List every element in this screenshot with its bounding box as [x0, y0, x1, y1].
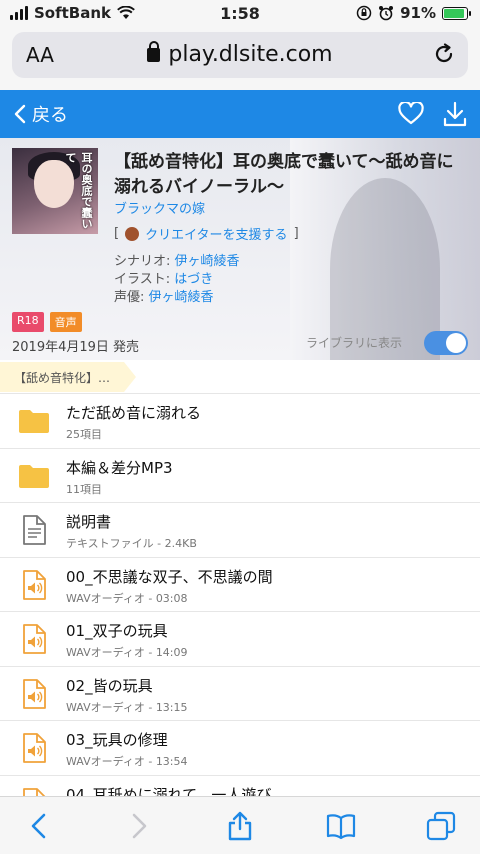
seed-icon: [125, 226, 140, 241]
back-button[interactable]: 戻る: [14, 101, 68, 127]
favorite-heart-icon[interactable]: [398, 102, 424, 126]
work-info-panel: 耳の奥底で蠢いて 【舐め音特化】耳の奥底で蠢いて～舐め音に溺れるバイノーラル～ …: [0, 138, 480, 360]
scenario-link[interactable]: 伊ヶ崎綾香: [175, 254, 240, 269]
cover-image[interactable]: 耳の奥底で蠢いて: [12, 148, 98, 234]
library-toggle[interactable]: [424, 331, 468, 355]
file-name: 01_双子の玩具: [66, 622, 168, 640]
reload-icon[interactable]: [432, 42, 456, 66]
file-name: 03_玩具の修理: [66, 731, 168, 749]
file-name: ただ舐め音に溺れる: [66, 404, 202, 422]
url-display[interactable]: play.dlsite.com: [12, 41, 468, 67]
file-name: 00_不思議な双子、不思議の間: [66, 567, 273, 586]
file-row[interactable]: 01_双子の玩具 WAVオーディオ - 14:09: [0, 612, 480, 667]
tag-list: R18 音声: [12, 312, 82, 332]
alarm-icon: [379, 6, 394, 21]
url-text: play.dlsite.com: [168, 42, 333, 67]
share-icon[interactable]: [225, 811, 255, 841]
file-name: 説明書: [66, 513, 112, 531]
back-label: 戻る: [32, 105, 68, 126]
battery-percent: 91%: [400, 4, 436, 22]
illust-link[interactable]: はづき: [174, 272, 213, 287]
file-row[interactable]: 03_玩具の修理 WAVオーディオ - 13:54: [0, 721, 480, 776]
battery-icon: [442, 6, 471, 20]
audio-file-icon: [18, 732, 50, 764]
browser-forward-icon[interactable]: [124, 811, 154, 841]
cover-logo-text: 耳の奥底で蠢いて: [64, 152, 93, 229]
file-meta: 11項目: [66, 482, 102, 496]
file-row[interactable]: 説明書テキストファイル - 2.4KB: [0, 503, 480, 558]
file-row[interactable]: 02_皆の玩具 WAVオーディオ - 13:15: [0, 667, 480, 721]
file-meta: WAVオーディオ - 14:09: [66, 646, 188, 659]
audio-file-icon: [18, 678, 50, 710]
file-meta: WAVオーディオ - 13:15: [66, 700, 188, 714]
audio-file-icon: [18, 569, 50, 601]
download-icon[interactable]: [442, 100, 468, 128]
folder-icon: [18, 405, 50, 437]
r18-badge: R18: [12, 312, 44, 332]
file-meta: WAVオーディオ - 03:08: [66, 591, 188, 605]
file-name: 02_皆の玩具: [66, 676, 153, 695]
tabs-icon[interactable]: [426, 811, 456, 841]
voice-actor-link[interactable]: 伊ヶ崎綾香: [149, 290, 214, 305]
browser-back-icon[interactable]: [24, 811, 54, 841]
folder-row[interactable]: 本編＆差分MP3 11項目: [0, 449, 480, 503]
illust-credit: イラスト: はづき: [114, 272, 214, 287]
file-name: 本編＆差分MP3: [66, 458, 173, 477]
browser-toolbar: [0, 796, 480, 854]
breadcrumb-item[interactable]: 【舐め音特化】…: [0, 362, 136, 392]
lock-icon: [147, 41, 161, 62]
chevron-left-icon: [14, 104, 26, 124]
app-header: 戻る: [0, 90, 480, 138]
breadcrumb: 【舐め音特化】…: [0, 360, 480, 394]
document-icon: [18, 514, 50, 546]
audio-file-icon: [18, 623, 50, 655]
release-date: 2019年4月19日 発売: [12, 340, 140, 355]
rotation-lock-icon: [356, 5, 372, 21]
scenario-credit: シナリオ: 伊ヶ崎綾香: [114, 254, 240, 269]
support-label: クリエイターを支援する: [145, 228, 288, 243]
folder-row[interactable]: ただ舐め音に溺れる 25項目: [0, 394, 480, 449]
work-title: 【舐め音特化】耳の奥底で蠢いて～舐め音に溺れるバイノーラル～: [114, 152, 454, 197]
file-meta: テキストファイル - 2.4KB: [66, 537, 197, 550]
library-toggle-label: ライブラリに表示: [305, 336, 402, 350]
voice-credit: 声優: 伊ヶ崎綾香: [114, 290, 214, 305]
voice-badge: 音声: [49, 312, 82, 332]
file-meta: 25項目: [66, 428, 102, 441]
bookmarks-icon[interactable]: [326, 811, 356, 841]
file-list: ただ舐め音に溺れる 25項目本編＆差分MP3 11項目説明書テキストファイル - 2…: [0, 394, 480, 830]
address-bar[interactable]: AA play.dlsite.com: [12, 32, 468, 78]
support-creator-link[interactable]: [ クリエイターを支援する ]: [114, 224, 299, 243]
browser-address-area: AA play.dlsite.com: [0, 28, 480, 90]
file-row[interactable]: 00_不思議な双子、不思議の間 WAVオーディオ - 03:08: [0, 558, 480, 612]
file-meta: WAVオーディオ - 13:54: [66, 755, 188, 768]
status-bar: SoftBank 1:58 91%: [0, 0, 480, 28]
circle-link[interactable]: ブラックマの嫁: [114, 198, 205, 217]
folder-icon: [18, 460, 50, 492]
